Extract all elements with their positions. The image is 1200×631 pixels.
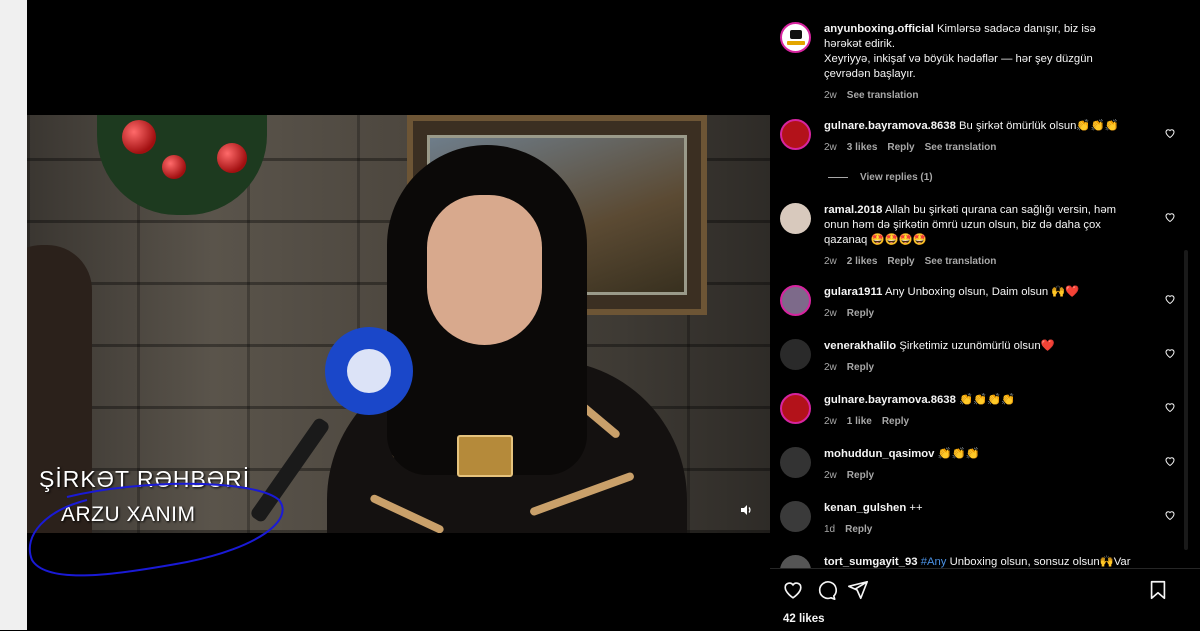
comment-text: Bu şirkət ömürlük olsun👏👏👏 [959, 120, 1119, 132]
comment-username[interactable]: gulnare.bayramova.8638 [824, 394, 956, 406]
video-caption-name: ARZU XANIM [61, 503, 196, 526]
avatar[interactable] [780, 22, 811, 53]
comment-text: Unboxing olsun, sonsuz olsun🙌Var [946, 556, 1131, 568]
heart-icon[interactable] [1164, 293, 1176, 305]
comment-username[interactable]: mohuddun_qasimov [824, 448, 934, 460]
reply-button[interactable]: Reply [847, 308, 874, 319]
comment-username[interactable]: kenan_gulshen [824, 502, 906, 514]
avatar[interactable] [780, 119, 811, 150]
heart-icon[interactable] [1164, 509, 1176, 521]
avatar[interactable] [780, 393, 811, 424]
speaker-icon[interactable] [739, 503, 753, 517]
comment-username[interactable]: venerakhalilo [824, 340, 896, 352]
likes-count[interactable]: 42 likes [783, 613, 825, 625]
comments-list[interactable]: anyunboxing.official Kimlərsə sadəcə dan… [770, 0, 1180, 568]
post-side-panel: anyunboxing.official Kimlərsə sadəcə dan… [770, 0, 1200, 630]
name-badge [457, 435, 513, 477]
heart-icon[interactable] [1164, 401, 1176, 413]
heart-icon[interactable] [1164, 127, 1176, 139]
avatar[interactable] [780, 447, 811, 478]
post-action-bar: 42 likes [770, 568, 1200, 631]
post-username[interactable]: anyunboxing.official [824, 23, 934, 35]
hashtag-link[interactable]: #Any [921, 556, 947, 568]
reply-button[interactable]: Reply [887, 142, 914, 153]
comment-age: 2w [824, 142, 837, 153]
reply-button[interactable]: Reply [847, 470, 874, 481]
comment-username[interactable]: gulnare.bayramova.8638 [824, 120, 956, 132]
heart-icon[interactable] [782, 579, 804, 601]
comment-age: 2w [824, 256, 837, 267]
comment-username[interactable]: tort_sumgayit_93 [824, 556, 918, 568]
reply-button[interactable]: Reply [887, 256, 914, 267]
bookmark-icon[interactable] [1147, 579, 1169, 601]
comment-text: 👏👏👏👏 [959, 394, 1016, 406]
see-translation-link[interactable]: See translation [847, 90, 919, 101]
comment-age: 1d [824, 524, 836, 535]
post-caption-line2: Xeyriyyə, inkişaf və böyük hədəflər — hə… [824, 53, 1093, 80]
likes-link[interactable]: 2 likes [847, 256, 878, 267]
view-replies-label: View replies (1) [860, 172, 933, 183]
comment-age: 2w [824, 308, 837, 319]
reply-button[interactable]: Reply [882, 416, 909, 427]
avatar[interactable] [780, 501, 811, 532]
comment-username[interactable]: gulara1911 [824, 286, 882, 298]
heart-icon[interactable] [1164, 455, 1176, 467]
avatar[interactable] [780, 555, 811, 568]
likes-link[interactable]: 1 like [847, 416, 872, 427]
comment-age: 2w [824, 416, 837, 427]
avatar[interactable] [780, 203, 811, 234]
comment-text: Any Unboxing olsun, Daim olsun 🙌❤️ [884, 286, 1080, 298]
avatar[interactable] [780, 285, 811, 316]
share-icon[interactable] [847, 579, 869, 601]
video-player[interactable]: ŞİRKƏT RƏHBƏRİ ARZU XANIM [27, 0, 770, 630]
post-age: 2w [824, 90, 837, 101]
view-replies-button[interactable]: View replies (1) [828, 172, 933, 183]
interviewee-face [427, 195, 542, 345]
video-frame[interactable]: ŞİRKƏT RƏHBƏRİ ARZU XANIM [27, 115, 770, 533]
comment-age: 2w [824, 470, 837, 481]
left-edge-strip [0, 0, 27, 630]
see-translation-link[interactable]: See translation [925, 256, 997, 267]
microphone-head [325, 327, 413, 415]
comment-text: ++ [909, 502, 923, 514]
video-caption-title: ŞİRKƏT RƏHBƏRİ [39, 466, 251, 492]
comment-icon[interactable] [815, 579, 837, 601]
reply-button[interactable]: Reply [847, 362, 874, 373]
comment-age: 2w [824, 362, 837, 373]
reply-line [828, 176, 848, 178]
likes-link[interactable]: 3 likes [847, 142, 878, 153]
comment-username[interactable]: ramal.2018 [824, 204, 882, 216]
see-translation-link[interactable]: See translation [925, 142, 997, 153]
comment-text: 👏👏👏 [937, 448, 980, 460]
avatar[interactable] [780, 339, 811, 370]
reply-button[interactable]: Reply [845, 524, 872, 535]
comment-text: Şirketimiz uzunömürlü olsun❤️ [899, 340, 1055, 352]
heart-icon[interactable] [1164, 347, 1176, 359]
heart-icon[interactable] [1164, 211, 1176, 223]
scrollbar[interactable] [1184, 250, 1188, 550]
